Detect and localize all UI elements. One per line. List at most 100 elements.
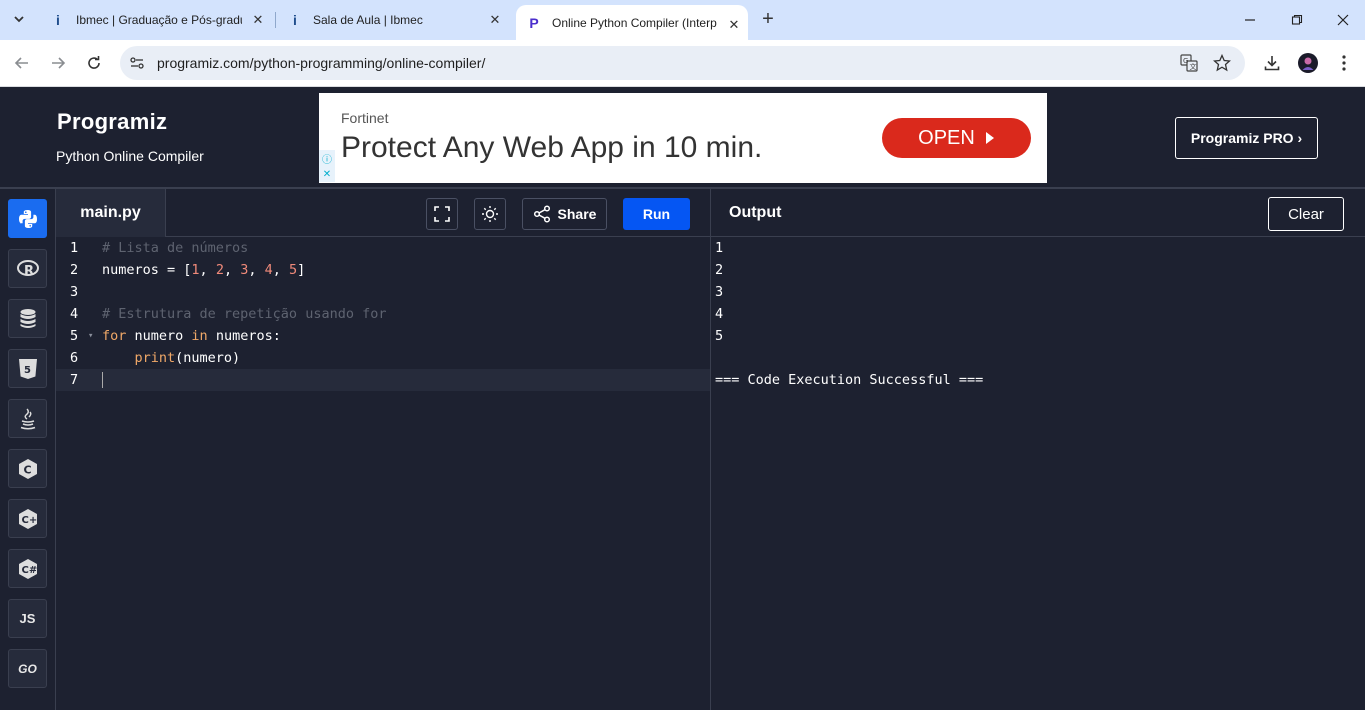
browser-tab-online-python-compiler[interactable]: P Online Python Compiler (Interp ✕ (516, 5, 748, 40)
sidebar-item-html[interactable]: 5 (8, 349, 47, 388)
fold-chevron-icon[interactable]: ▾ (88, 325, 93, 347)
forward-arrow-icon[interactable] (47, 52, 69, 74)
line-number: 2 (70, 262, 79, 278)
line-number: 3 (70, 284, 79, 300)
csharp-language-icon: C# (18, 558, 37, 579)
tab-main-py[interactable]: main.py (56, 189, 166, 237)
svg-text:文: 文 (1190, 62, 1197, 71)
minimize-window-icon[interactable] (1240, 10, 1260, 30)
r-language-icon: R (16, 259, 39, 279)
share-button[interactable]: Share (522, 198, 607, 230)
close-tab-icon[interactable]: ✕ (250, 12, 266, 28)
restore-window-icon[interactable] (1287, 10, 1307, 30)
ad-headline: Protect Any Web App in 10 min. (341, 131, 763, 164)
code-text: print(numero) (134, 350, 241, 366)
downloads-icon[interactable] (1261, 52, 1283, 74)
svg-text:5: 5 (24, 365, 31, 376)
clear-button[interactable]: Clear (1268, 197, 1344, 231)
sidebar-item-r[interactable]: R (8, 249, 47, 288)
svg-text:R: R (24, 264, 34, 279)
go-language-icon: GO (18, 661, 37, 676)
output-line: 3 (715, 284, 724, 300)
output-success-message: === Code Execution Successful === (715, 372, 984, 388)
sidebar-item-sql[interactable] (8, 299, 47, 338)
theme-toggle-button[interactable] (474, 198, 506, 230)
java-cup-icon (20, 408, 35, 429)
html5-icon: 5 (18, 358, 37, 379)
back-arrow-icon[interactable] (11, 52, 33, 74)
sidebar-item-javascript[interactable]: JS (8, 599, 47, 638)
run-button[interactable]: Run (623, 198, 690, 230)
address-bar[interactable]: programiz.com/python-programming/online-… (120, 46, 1245, 80)
editor-toolbar: main.py Share Run (56, 189, 710, 237)
code-text: # Lista de números (102, 240, 249, 256)
browser-tab-sala-de-aula[interactable]: i Sala de Aula | Ibmec ✕ (281, 0, 509, 40)
reload-icon[interactable] (83, 52, 105, 74)
code-line-current: 7 (56, 369, 710, 391)
sidebar-item-java[interactable] (8, 399, 47, 438)
share-icon (533, 205, 550, 223)
line-number: 1 (70, 240, 79, 256)
svg-text:C#: C# (21, 565, 37, 576)
new-tab-plus-icon[interactable]: + (758, 9, 778, 30)
code-text: for numero in numeros: (102, 328, 281, 344)
share-label: Share (557, 206, 597, 222)
code-line: 2 numeros = [1, 2, 3, 4, 5] (56, 259, 710, 281)
line-number: 4 (70, 306, 79, 322)
code-text: # Estrutura de repetição usando for (102, 306, 387, 322)
output-toolbar: Output Clear (711, 189, 1365, 237)
close-window-icon[interactable] (1333, 10, 1353, 30)
tab-search-chevron-down-icon[interactable] (8, 8, 30, 30)
ad-open-button[interactable]: OPEN (882, 118, 1031, 158)
bookmark-star-icon[interactable] (1213, 54, 1231, 72)
svg-text:C: C (23, 463, 31, 476)
ad-choices[interactable]: ⓘ ✕ (319, 150, 335, 182)
play-arrow-icon (985, 132, 994, 144)
line-number: 7 (70, 372, 79, 388)
svg-text:G: G (1183, 57, 1188, 65)
profile-avatar[interactable] (1297, 52, 1319, 74)
fullscreen-button[interactable] (426, 198, 458, 230)
translate-icon[interactable]: G文 (1180, 54, 1198, 72)
page-subtitle: Python Online Compiler (56, 148, 204, 164)
sidebar-item-cpp[interactable]: C+ (8, 499, 47, 538)
ad-info-icon[interactable]: ⓘ (319, 150, 335, 166)
browser-toolbar: programiz.com/python-programming/online-… (0, 40, 1365, 87)
tab-title: Sala de Aula | Ibmec (313, 13, 423, 27)
output-title: Output (729, 204, 782, 221)
sun-icon (482, 206, 498, 222)
ibmec-favicon-icon: i (56, 12, 60, 28)
close-tab-icon[interactable]: ✕ (487, 12, 503, 28)
python-icon (18, 209, 37, 228)
c-language-icon: C (18, 458, 37, 479)
output-line: 4 (715, 306, 724, 322)
sidebar-item-python[interactable] (8, 199, 47, 238)
tab-title: Ibmec | Graduação e Pós-gradu (76, 13, 242, 27)
programiz-pro-button[interactable]: Programiz PRO › (1175, 117, 1318, 159)
programiz-logo[interactable]: Programiz (57, 109, 167, 135)
code-line: 6 print(numero) (56, 347, 710, 369)
site-settings-icon[interactable] (128, 54, 146, 72)
sidebar-item-go[interactable]: GO (8, 649, 47, 688)
fullscreen-icon (434, 206, 450, 222)
code-line: 3 (56, 281, 710, 303)
code-editor[interactable]: 1 # Lista de números 2 numeros = [1, 2, … (56, 237, 710, 710)
kebab-menu-icon[interactable] (1333, 52, 1355, 74)
programiz-favicon-icon: P (529, 14, 539, 31)
ad-brand: Fortinet (341, 110, 389, 126)
tab-separator (275, 12, 276, 28)
svg-text:C+: C+ (21, 515, 37, 526)
sidebar-item-c[interactable]: C (8, 449, 47, 488)
code-line: 1 # Lista de números (56, 237, 710, 259)
advertisement-banner[interactable]: Fortinet Protect Any Web App in 10 min. … (319, 93, 1047, 183)
browser-tab-ibmec-graduacao[interactable]: i Ibmec | Graduação e Pós-gradu ✕ (44, 0, 272, 40)
cpp-language-icon: C+ (18, 508, 37, 529)
sidebar-item-csharp[interactable]: C# (8, 549, 47, 588)
ibmec-favicon-icon: i (293, 12, 297, 28)
output-line: 1 (715, 240, 724, 256)
code-text: numeros = [1, 2, 3, 4, 5] (102, 262, 306, 278)
line-number: 5 (70, 328, 79, 344)
close-tab-icon[interactable]: ✕ (726, 17, 742, 33)
output-line: 5 (715, 328, 724, 344)
ad-close-icon[interactable]: ✕ (319, 166, 335, 182)
